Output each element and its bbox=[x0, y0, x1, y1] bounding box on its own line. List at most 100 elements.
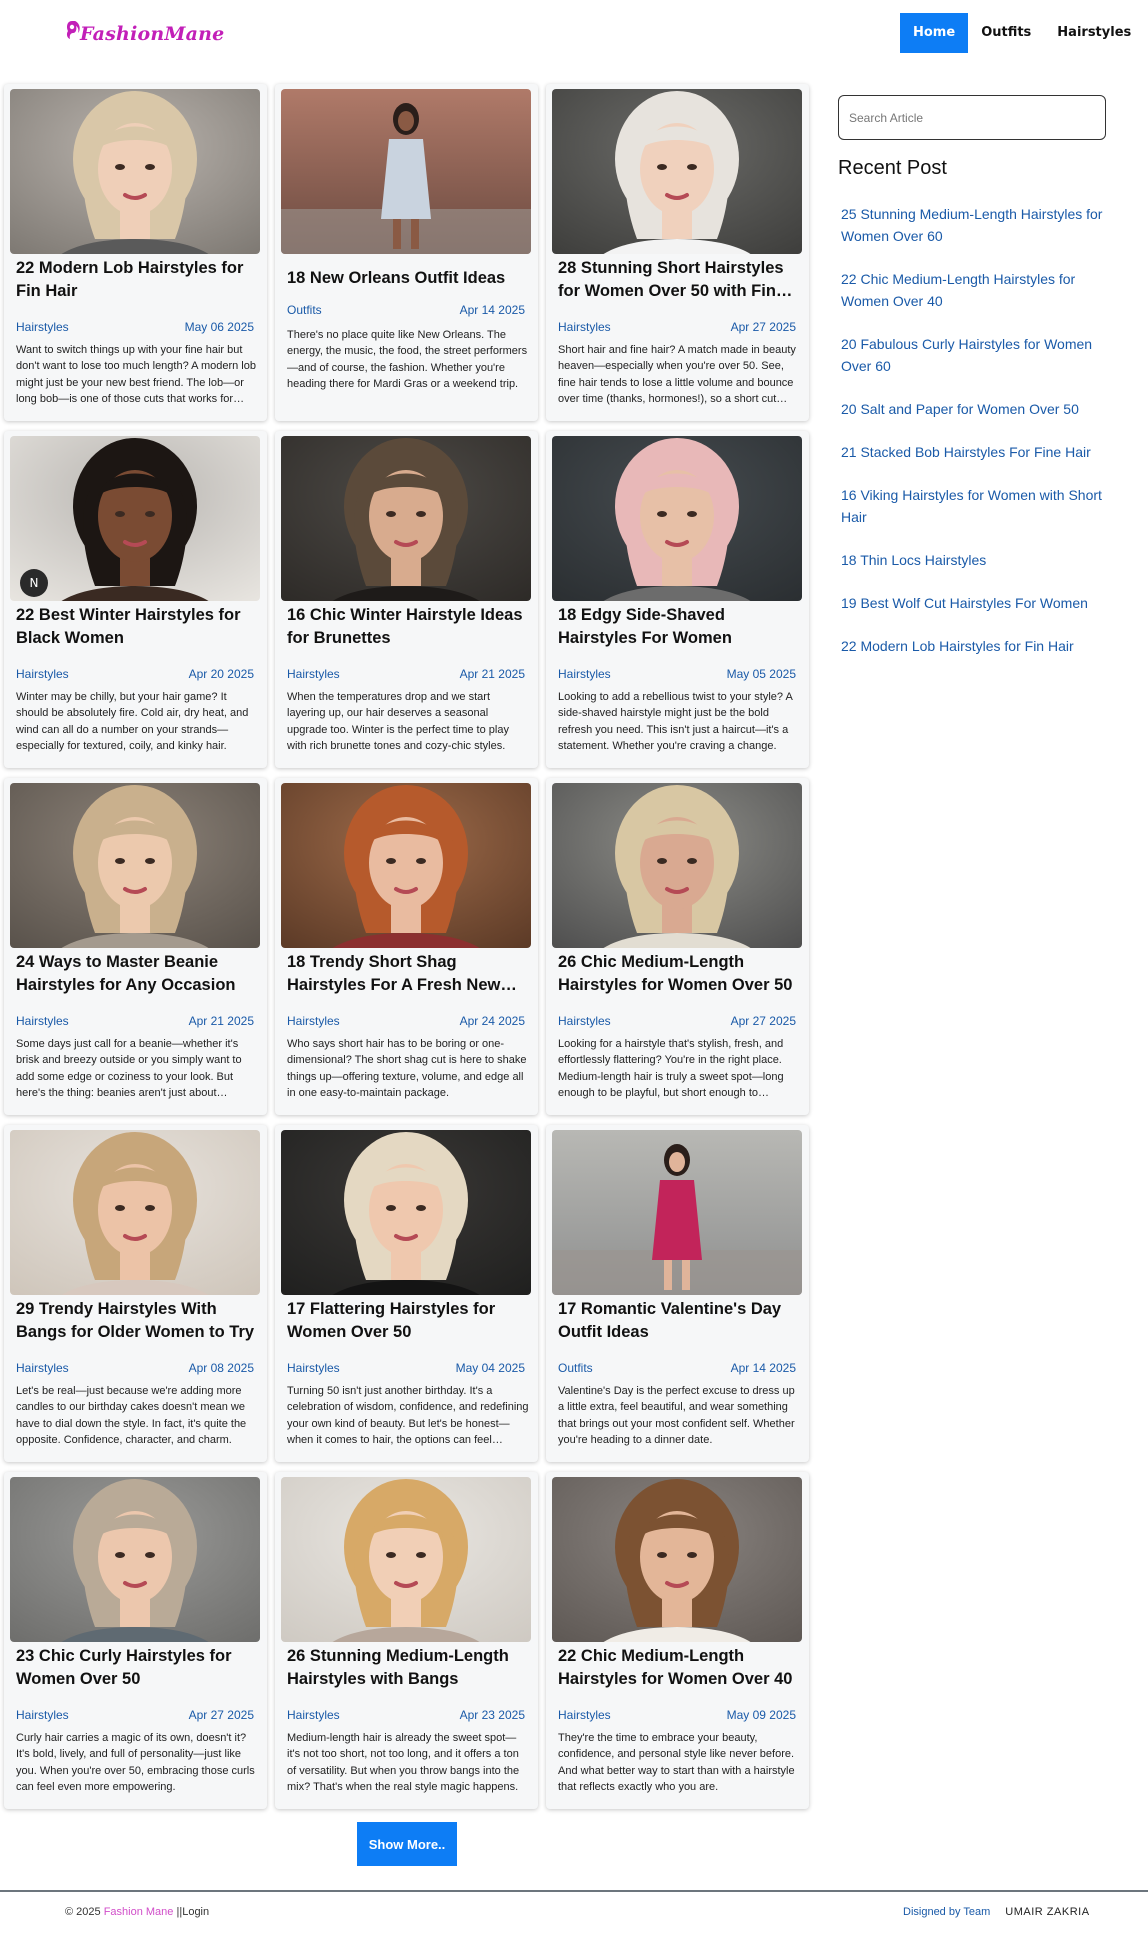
nav-hairstyles[interactable]: Hairstyles bbox=[1044, 13, 1144, 53]
article-title[interactable]: 22 Chic Medium-Length Hairstyles for Wom… bbox=[558, 1645, 798, 1695]
article-date: May 09 2025 bbox=[726, 1708, 796, 1722]
article-image[interactable] bbox=[10, 1130, 260, 1295]
woman-blonde-bangs-photo bbox=[281, 1477, 531, 1642]
article-date: Apr 08 2025 bbox=[188, 1361, 254, 1375]
article-title[interactable]: 22 Best Winter Hairstyles for Black Wome… bbox=[16, 604, 256, 654]
article-category[interactable]: Hairstyles bbox=[558, 1708, 611, 1722]
site-logo[interactable]: FashionMane bbox=[62, 17, 224, 45]
article-date: Apr 27 2025 bbox=[188, 1708, 254, 1722]
footer-brand-link[interactable]: Fashion Mane bbox=[104, 1906, 174, 1918]
article-image[interactable] bbox=[281, 1130, 531, 1295]
article-image[interactable] bbox=[281, 89, 531, 254]
show-more-button[interactable]: Show More.. bbox=[357, 1822, 457, 1866]
recent-post-link[interactable]: 22 Chic Medium-Length Hairstyles for Wom… bbox=[841, 268, 1111, 312]
article-date: Apr 24 2025 bbox=[459, 1014, 525, 1028]
article-date: May 06 2025 bbox=[184, 320, 254, 334]
recent-post-list: 25 Stunning Medium-Length Hairstyles for… bbox=[841, 203, 1111, 678]
article-image[interactable] bbox=[552, 89, 802, 254]
article-category[interactable]: Hairstyles bbox=[558, 667, 611, 681]
article-card[interactable]: 18 New Orleans Outfit Ideas Outfits Apr 14… bbox=[275, 84, 538, 421]
recent-post-link[interactable]: 25 Stunning Medium-Length Hairstyles for… bbox=[841, 203, 1111, 247]
article-card[interactable]: 16 Chic Winter Hairstyle Ideas for Brune… bbox=[275, 431, 538, 768]
article-date: Apr 27 2025 bbox=[730, 320, 796, 334]
article-category[interactable]: Hairstyles bbox=[287, 1014, 340, 1028]
woman-blonde-layers-profile-photo bbox=[552, 783, 802, 948]
article-card[interactable]: 17 Romantic Valentine's Day Outfit Ideas… bbox=[546, 1125, 809, 1462]
recent-post-link[interactable]: 19 Best Wolf Cut Hairstyles For Women bbox=[841, 592, 1111, 614]
designed-by-link[interactable]: Disigned by Team bbox=[903, 1906, 990, 1918]
article-category[interactable]: Hairstyles bbox=[16, 1708, 69, 1722]
article-image[interactable] bbox=[10, 1477, 260, 1642]
article-category[interactable]: Hairstyles bbox=[16, 320, 69, 334]
article-card[interactable]: 17 Flattering Hairstyles for Women Over … bbox=[275, 1125, 538, 1462]
article-image[interactable] bbox=[552, 1130, 802, 1295]
article-category[interactable]: Hairstyles bbox=[16, 1014, 69, 1028]
article-image[interactable] bbox=[552, 1477, 802, 1642]
article-category[interactable]: Hairstyles bbox=[16, 1361, 69, 1375]
footer-login-link[interactable]: Login bbox=[182, 1906, 209, 1918]
article-image[interactable]: N bbox=[10, 436, 260, 601]
article-category[interactable]: Hairstyles bbox=[287, 1708, 340, 1722]
article-title[interactable]: 22 Modern Lob Hairstyles for Fin Hair bbox=[16, 257, 256, 307]
article-title[interactable]: 16 Chic Winter Hairstyle Ideas for Brune… bbox=[287, 604, 527, 654]
recent-post-heading: Recent Post bbox=[838, 157, 947, 179]
footer-credit: Disigned by Team UMAIR ZAKRIA bbox=[903, 1906, 1090, 1918]
article-category[interactable]: Hairstyles bbox=[287, 667, 340, 681]
article-title[interactable]: 18 Trendy Short Shag Hairstyles For A Fr… bbox=[287, 951, 527, 1001]
article-title[interactable]: 26 Chic Medium-Length Hairstyles for Wom… bbox=[558, 951, 798, 1001]
article-excerpt: Turning 50 isn't just another birthday. … bbox=[287, 1385, 529, 1446]
article-image[interactable] bbox=[281, 436, 531, 601]
article-title[interactable]: 26 Stunning Medium-Length Hairstyles wit… bbox=[287, 1645, 527, 1695]
article-title[interactable]: 17 Flattering Hairstyles for Women Over … bbox=[287, 1298, 527, 1348]
article-date: Apr 14 2025 bbox=[730, 1361, 796, 1375]
recent-post-link[interactable]: 21 Stacked Bob Hairstyles For Fine Hair bbox=[841, 441, 1111, 463]
article-excerpt: Valentine's Day is the perfect excuse to… bbox=[558, 1385, 795, 1446]
article-title[interactable]: 18 Edgy Side-Shaved Hairstyles For Women bbox=[558, 604, 798, 654]
article-date: May 05 2025 bbox=[726, 667, 796, 681]
article-image[interactable] bbox=[10, 89, 260, 254]
recent-post-link[interactable]: 16 Viking Hairstyles for Women with Shor… bbox=[841, 484, 1111, 528]
article-card[interactable]: 23 Chic Curly Hairstyles for Women Over … bbox=[4, 1472, 267, 1809]
article-date: May 04 2025 bbox=[455, 1361, 525, 1375]
article-image[interactable] bbox=[552, 783, 802, 948]
copyright-text: © 2025 bbox=[65, 1906, 101, 1918]
article-category[interactable]: Hairstyles bbox=[287, 1361, 340, 1375]
recent-post-link[interactable]: 18 Thin Locs Hairstyles bbox=[841, 549, 1111, 571]
article-title[interactable]: 23 Chic Curly Hairstyles for Women Over … bbox=[16, 1645, 256, 1695]
recent-post-link[interactable]: 22 Modern Lob Hairstyles for Fin Hair bbox=[841, 635, 1111, 657]
article-card[interactable]: 18 Edgy Side-Shaved Hairstyles For Women… bbox=[546, 431, 809, 768]
article-card[interactable]: 28 Stunning Short Hairstyles for Women O… bbox=[546, 84, 809, 421]
article-card[interactable]: 22 Chic Medium-Length Hairstyles for Wom… bbox=[546, 1472, 809, 1809]
article-image[interactable] bbox=[281, 1477, 531, 1642]
recent-post-link[interactable]: 20 Fabulous Curly Hairstyles for Women O… bbox=[841, 333, 1111, 377]
article-image[interactable] bbox=[281, 783, 531, 948]
article-title[interactable]: 24 Ways to Master Beanie Hairstyles for … bbox=[16, 951, 256, 1001]
article-category[interactable]: Outfits bbox=[558, 1361, 593, 1375]
search-input[interactable] bbox=[838, 95, 1106, 140]
article-card[interactable]: 24 Ways to Master Beanie Hairstyles for … bbox=[4, 778, 267, 1115]
article-excerpt: Looking for a hairstyle that's stylish, … bbox=[558, 1038, 784, 1099]
article-category[interactable]: Outfits bbox=[287, 303, 322, 317]
article-category[interactable]: Hairstyles bbox=[558, 1014, 611, 1028]
article-category[interactable]: Hairstyles bbox=[558, 320, 611, 334]
avatar-badge: N bbox=[20, 569, 48, 597]
nav-outfits[interactable]: Outfits bbox=[968, 13, 1044, 53]
article-excerpt: Some days just call for a beanie—whether… bbox=[16, 1038, 242, 1099]
recent-post-link[interactable]: 20 Salt and Paper for Women Over 50 bbox=[841, 398, 1111, 420]
article-title[interactable]: 28 Stunning Short Hairstyles for Women O… bbox=[558, 257, 798, 307]
nav-home[interactable]: Home bbox=[900, 13, 969, 53]
woman-brunette-waves-photo bbox=[281, 436, 531, 601]
article-image[interactable] bbox=[552, 436, 802, 601]
article-card[interactable]: 26 Chic Medium-Length Hairstyles for Wom… bbox=[546, 778, 809, 1115]
article-category[interactable]: Hairstyles bbox=[16, 667, 69, 681]
site-header: FashionMane Home Outfits Hairstyles bbox=[0, 0, 1148, 66]
article-title[interactable]: 18 New Orleans Outfit Ideas bbox=[287, 267, 527, 292]
article-title[interactable]: 29 Trendy Hairstyles With Bangs for Olde… bbox=[16, 1298, 256, 1348]
article-title[interactable]: 17 Romantic Valentine's Day Outfit Ideas bbox=[558, 1298, 798, 1348]
article-card[interactable]: 18 Trendy Short Shag Hairstyles For A Fr… bbox=[275, 778, 538, 1115]
article-image[interactable] bbox=[10, 783, 260, 948]
article-card[interactable]: 26 Stunning Medium-Length Hairstyles wit… bbox=[275, 1472, 538, 1809]
article-card[interactable]: 29 Trendy Hairstyles With Bangs for Olde… bbox=[4, 1125, 267, 1462]
article-card[interactable]: 22 Modern Lob Hairstyles for Fin Hair Hai… bbox=[4, 84, 267, 421]
article-card[interactable]: N 22 Best Winter Hairstyles for Black Wom… bbox=[4, 431, 267, 768]
